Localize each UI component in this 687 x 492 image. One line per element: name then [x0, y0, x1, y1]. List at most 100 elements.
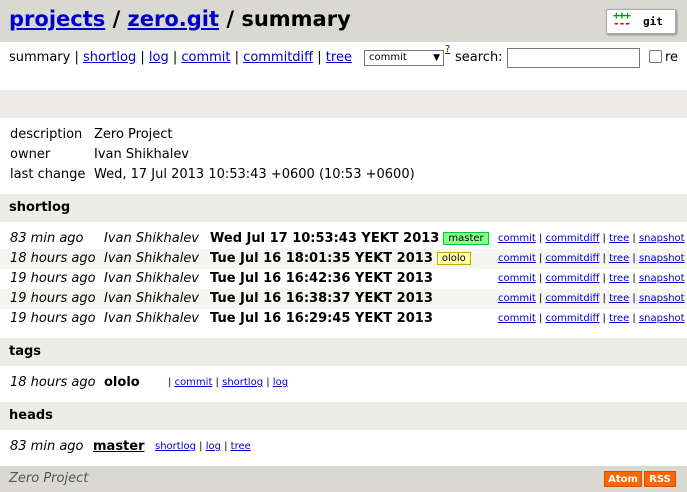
action-link-snapshot[interactable]: snapshot: [639, 293, 685, 304]
breadcrumb-projects-link[interactable]: projects: [9, 7, 105, 31]
action-link-tree[interactable]: tree: [609, 313, 629, 324]
tag-badge[interactable]: ololo: [436, 252, 471, 265]
commit-author: Ivan Shikhalev: [104, 291, 200, 306]
action-link-commit[interactable]: commit: [498, 273, 536, 284]
tags-header[interactable]: tags: [0, 338, 687, 366]
rss-feed-button[interactable]: RSS: [644, 471, 676, 487]
action-link-commit[interactable]: commit: [498, 293, 536, 304]
commit-age: 19 hours ago: [10, 291, 96, 306]
tag-name-link[interactable]: ololo: [104, 375, 140, 390]
row-action-links: commit | commitdiff | tree | snapshot: [498, 273, 685, 284]
action-link-commitdiff[interactable]: commitdiff: [546, 273, 600, 284]
breadcrumb-separator: /: [112, 7, 121, 31]
project-info-value: Zero Project: [94, 127, 173, 142]
commit-author: Ivan Shikhalev: [104, 251, 200, 266]
commit-age: 83 min ago: [10, 231, 84, 246]
breadcrumb: projects / zero.git / summary: [9, 7, 351, 31]
action-link-tree[interactable]: tree: [609, 233, 629, 244]
action-link-commitdiff[interactable]: commitdiff: [546, 233, 600, 244]
action-link-commitdiff[interactable]: commitdiff: [546, 293, 600, 304]
nav-current-summary: summary: [9, 50, 71, 65]
action-link-snapshot[interactable]: snapshot: [639, 233, 685, 244]
action-link-commit[interactable]: commit: [498, 253, 536, 264]
shortlog-header[interactable]: shortlog: [0, 194, 687, 222]
tags-title-link[interactable]: tags: [9, 344, 41, 359]
breadcrumb-repo-link[interactable]: zero.git: [128, 7, 220, 31]
tag-age: 18 hours ago: [10, 375, 96, 390]
heads-header[interactable]: heads: [0, 402, 687, 430]
search-help-link[interactable]: ?: [445, 44, 450, 55]
shortlog-row: 83 min ago Ivan Shikhalev Wed Jul 17 10:53…: [0, 229, 687, 249]
action-link-commitdiff[interactable]: commitdiff: [546, 313, 600, 324]
breadcrumb-separator: /: [226, 7, 235, 31]
action-link-log[interactable]: log: [206, 441, 221, 452]
action-link-snapshot[interactable]: snapshot: [639, 313, 685, 324]
action-link-commit[interactable]: commit: [498, 233, 536, 244]
action-link-tree[interactable]: tree: [609, 273, 629, 284]
heads-title-link[interactable]: heads: [9, 408, 53, 423]
nav-links: summary | shortlog | log | commit | comm…: [9, 50, 352, 65]
tag-row: 18 hours ago ololo | commit | shortlog | l…: [0, 373, 687, 393]
commit-subject-link[interactable]: Wed Jul 17 10:53:43 YEKT 2013 master: [210, 231, 489, 246]
action-link-snapshot[interactable]: snapshot: [639, 273, 685, 284]
commit-subject-link[interactable]: Tue Jul 16 18:01:35 YEKT 2013 ololo: [210, 251, 471, 266]
project-info-key: description: [10, 127, 83, 142]
head-row: 83 min ago master shortlog | log | tree: [0, 437, 687, 457]
head-name-link[interactable]: master: [93, 439, 145, 454]
chevron-down-icon: ▼: [433, 53, 440, 63]
nav-link-tree[interactable]: tree: [326, 50, 352, 65]
regex-label: re: [665, 50, 679, 65]
git-logo-link[interactable]: +++ --- git: [606, 9, 676, 34]
commit-age: 18 hours ago: [10, 251, 96, 266]
action-link-snapshot[interactable]: snapshot: [639, 253, 685, 264]
action-link-tree[interactable]: tree: [231, 441, 251, 452]
shortlog-title-link[interactable]: shortlog: [9, 200, 70, 215]
search-type-select[interactable]: commit ▼: [364, 50, 444, 66]
row-action-links: commit | commitdiff | tree | snapshot: [498, 313, 685, 324]
regex-checkbox[interactable]: [649, 50, 662, 63]
commit-subject-link[interactable]: Tue Jul 16 16:38:37 YEKT 2013: [210, 291, 433, 306]
commit-age: 19 hours ago: [10, 271, 96, 286]
project-info-key: owner: [10, 147, 51, 162]
shortlog-row: 19 hours ago Ivan Shikhalev Tue Jul 16 16:…: [0, 289, 687, 309]
shortlog-row: 19 hours ago Ivan Shikhalev Tue Jul 16 16:…: [0, 269, 687, 289]
head-age: 83 min ago: [10, 439, 84, 454]
row-action-links: commit | commitdiff | tree | snapshot: [498, 233, 685, 244]
action-link-commit[interactable]: commit: [498, 313, 536, 324]
row-action-links: shortlog | log | tree: [155, 441, 251, 452]
commit-subject-link[interactable]: Tue Jul 16 16:29:45 YEKT 2013: [210, 311, 433, 326]
action-link-shortlog[interactable]: shortlog: [222, 377, 263, 388]
project-info-value: Ivan Shikhalev: [94, 147, 190, 162]
head-badge[interactable]: master: [443, 232, 489, 245]
action-link-tree[interactable]: tree: [609, 253, 629, 264]
git-logo-icon: +++ ---: [613, 9, 631, 30]
page-title: summary: [241, 7, 351, 31]
shortlog-row: 18 hours ago Ivan Shikhalev Tue Jul 16 18:…: [0, 249, 687, 269]
action-link-log[interactable]: log: [273, 377, 288, 388]
action-link-commit[interactable]: commit: [175, 377, 213, 388]
commit-author: Ivan Shikhalev: [104, 311, 200, 326]
action-link-shortlog[interactable]: shortlog: [155, 441, 196, 452]
title-bar: [0, 90, 687, 118]
commit-subject-link[interactable]: Tue Jul 16 16:42:36 YEKT 2013: [210, 271, 433, 286]
nav-link-shortlog[interactable]: shortlog: [83, 50, 136, 65]
project-info-value: Wed, 17 Jul 2013 10:53:43 +0600 (10:53 +…: [94, 167, 415, 182]
nav-link-commitdiff[interactable]: commitdiff: [243, 50, 313, 65]
commit-author: Ivan Shikhalev: [104, 231, 200, 246]
nav-link-log[interactable]: log: [149, 50, 169, 65]
search-type-value: commit: [369, 52, 407, 63]
atom-feed-button[interactable]: Atom: [604, 471, 642, 487]
footer-description: Zero Project: [9, 471, 89, 486]
search-label: search:: [455, 50, 503, 65]
action-link-tree[interactable]: tree: [609, 293, 629, 304]
git-logo-text: git: [643, 15, 663, 28]
page-header: projects / zero.git / summary +++ --- gi…: [0, 0, 687, 42]
page-footer: Zero Project Atom RSS: [0, 466, 687, 492]
project-info-key: last change: [10, 167, 86, 182]
nav-link-commit[interactable]: commit: [181, 50, 230, 65]
search-input[interactable]: [507, 48, 640, 68]
row-action-links: commit | commitdiff | tree | snapshot: [498, 253, 685, 264]
commit-author: Ivan Shikhalev: [104, 271, 200, 286]
action-link-commitdiff[interactable]: commitdiff: [546, 253, 600, 264]
commit-age: 19 hours ago: [10, 311, 96, 326]
